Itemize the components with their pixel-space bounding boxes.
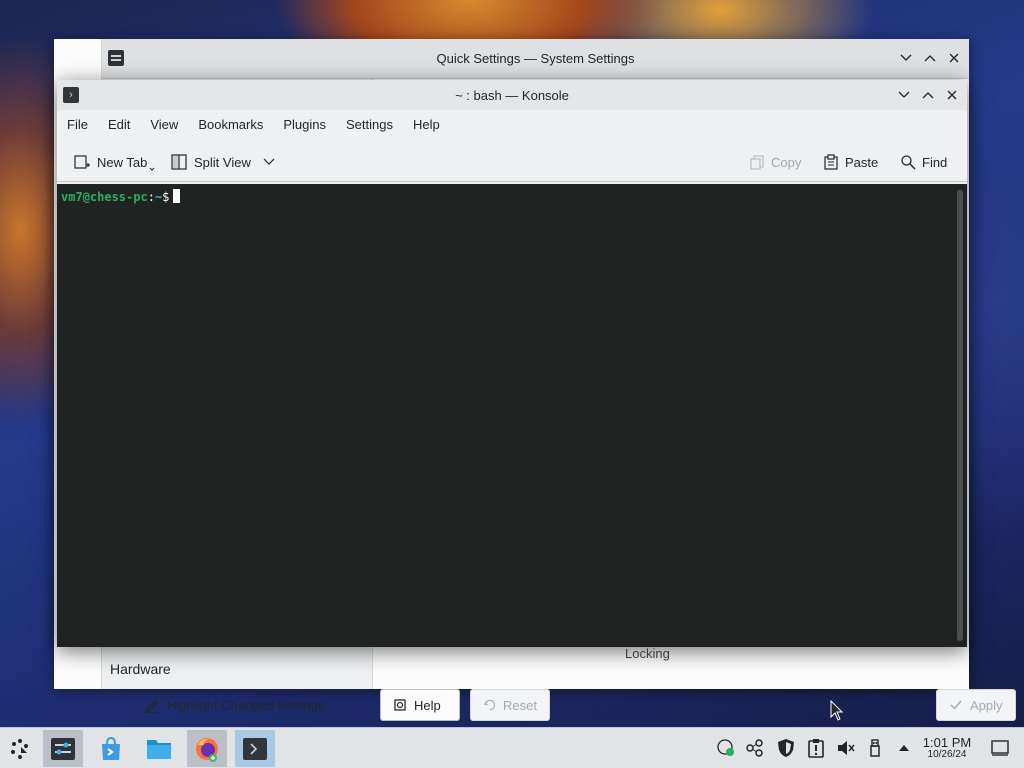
application-launcher[interactable] bbox=[0, 730, 40, 767]
new-tab-dropdown-icon[interactable] bbox=[149, 166, 155, 172]
reset-button[interactable]: Reset bbox=[470, 689, 550, 721]
settings-titlebar[interactable]: Quick Settings — System Settings bbox=[102, 39, 969, 79]
terminal-icon bbox=[243, 737, 267, 760]
new-tab-button[interactable]: New Tab bbox=[73, 148, 155, 176]
kdeconnect-icon[interactable] bbox=[745, 738, 765, 758]
sidebar-category-hardware[interactable]: Hardware bbox=[110, 661, 171, 677]
help-label: Help bbox=[414, 697, 441, 713]
konsole-menubar: File Edit View Bookmarks Plugins Setting… bbox=[57, 110, 967, 138]
taskbar-firefox[interactable] bbox=[187, 730, 227, 767]
mouse-pointer-icon bbox=[830, 700, 844, 721]
menu-settings[interactable]: Settings bbox=[346, 117, 403, 132]
checkmark-icon bbox=[950, 700, 962, 710]
minimize-icon[interactable] bbox=[895, 86, 913, 104]
system-settings-icon bbox=[51, 737, 75, 760]
shield-icon[interactable] bbox=[776, 738, 796, 758]
split-view-button[interactable]: Split View bbox=[170, 148, 275, 176]
menu-edit[interactable]: Edit bbox=[108, 117, 140, 132]
chevron-down-icon[interactable] bbox=[263, 158, 275, 166]
search-icon bbox=[901, 155, 916, 170]
highlight-changed-settings-button[interactable]: Highlight Changed Settings bbox=[132, 689, 337, 721]
folder-icon bbox=[147, 739, 171, 759]
paste-icon bbox=[824, 154, 838, 170]
apply-label: Apply bbox=[970, 697, 1003, 713]
menu-file[interactable]: File bbox=[67, 117, 98, 132]
highlight-pen-icon bbox=[144, 700, 158, 713]
paste-label: Paste bbox=[845, 154, 879, 170]
settings-window-controls bbox=[897, 49, 963, 67]
menu-plugins[interactable]: Plugins bbox=[283, 117, 336, 132]
clock-date: 10/26/24 bbox=[927, 749, 967, 760]
network-status-icon[interactable] bbox=[716, 738, 736, 758]
help-button[interactable]: Help bbox=[380, 689, 460, 721]
konsole-toolbar: New Tab Split View Copy Paste Find bbox=[57, 142, 967, 182]
find-label: Find bbox=[922, 154, 948, 170]
system-settings-icon bbox=[108, 50, 124, 66]
taskbar-system-settings[interactable] bbox=[43, 730, 83, 767]
usb-device-icon[interactable] bbox=[865, 738, 885, 758]
konsole-titlebar[interactable]: ~ : bash — Konsole bbox=[57, 80, 967, 110]
taskbar-konsole[interactable] bbox=[235, 730, 275, 767]
volume-muted-icon[interactable] bbox=[836, 738, 856, 758]
paste-button[interactable]: Paste bbox=[823, 148, 878, 176]
menu-bookmarks[interactable]: Bookmarks bbox=[198, 117, 273, 132]
split-view-label: Split View bbox=[194, 154, 251, 170]
maximize-icon[interactable] bbox=[919, 86, 937, 104]
maximize-icon[interactable] bbox=[921, 49, 939, 67]
settings-item-locking[interactable]: Locking bbox=[625, 646, 670, 661]
konsole-window-title: ~ : bash — Konsole bbox=[455, 87, 569, 103]
reset-label: Reset bbox=[503, 697, 537, 713]
clipboard-notification-icon[interactable] bbox=[806, 738, 826, 758]
tray-expand-arrow-icon[interactable] bbox=[894, 738, 914, 758]
text-cursor bbox=[173, 189, 181, 203]
prompt-user-host: vm7@chess-pc bbox=[61, 190, 148, 204]
digital-clock[interactable]: 1:01 PM 10/26/24 bbox=[918, 735, 976, 761]
konsole-app-icon: › bbox=[63, 87, 79, 103]
terminal-scrollbar[interactable] bbox=[957, 190, 963, 641]
highlight-label: Highlight Changed Settings bbox=[167, 697, 325, 713]
new-tab-label: New Tab bbox=[97, 154, 148, 170]
taskbar: 1:01 PM 10/26/24 bbox=[0, 727, 1024, 768]
prompt-separator: : bbox=[147, 190, 155, 204]
copy-icon bbox=[750, 155, 764, 170]
clock-time: 1:01 PM bbox=[922, 735, 972, 750]
copy-label: Copy bbox=[771, 154, 802, 170]
show-desktop-icon[interactable] bbox=[990, 738, 1010, 758]
discover-store-icon bbox=[102, 736, 120, 760]
konsole-window: ~ : bash — Konsole › File Edit View Book… bbox=[57, 80, 967, 647]
undo-icon bbox=[483, 699, 496, 711]
menu-help[interactable]: Help bbox=[413, 117, 450, 132]
find-button[interactable]: Find bbox=[900, 148, 947, 176]
apply-button[interactable]: Apply bbox=[936, 689, 1016, 721]
close-icon[interactable] bbox=[943, 86, 961, 104]
menu-view[interactable]: View bbox=[150, 117, 188, 132]
app-launcher-icon bbox=[11, 738, 28, 759]
firefox-icon bbox=[196, 737, 218, 762]
close-icon[interactable] bbox=[945, 49, 963, 67]
help-icon bbox=[394, 699, 406, 711]
shell-prompt: vm7@chess-pc:~$ bbox=[61, 189, 181, 204]
split-view-icon bbox=[171, 154, 187, 170]
konsole-window-controls bbox=[895, 86, 961, 104]
taskbar-dolphin[interactable] bbox=[139, 730, 179, 767]
taskbar-discover[interactable] bbox=[91, 730, 131, 767]
copy-button[interactable]: Copy bbox=[749, 148, 801, 176]
prompt-symbol: $ bbox=[162, 190, 170, 204]
new-tab-icon bbox=[74, 155, 90, 169]
minimize-icon[interactable] bbox=[897, 49, 915, 67]
terminal-area[interactable]: vm7@chess-pc:~$ bbox=[57, 184, 967, 647]
settings-window-title: Quick Settings — System Settings bbox=[436, 51, 635, 66]
